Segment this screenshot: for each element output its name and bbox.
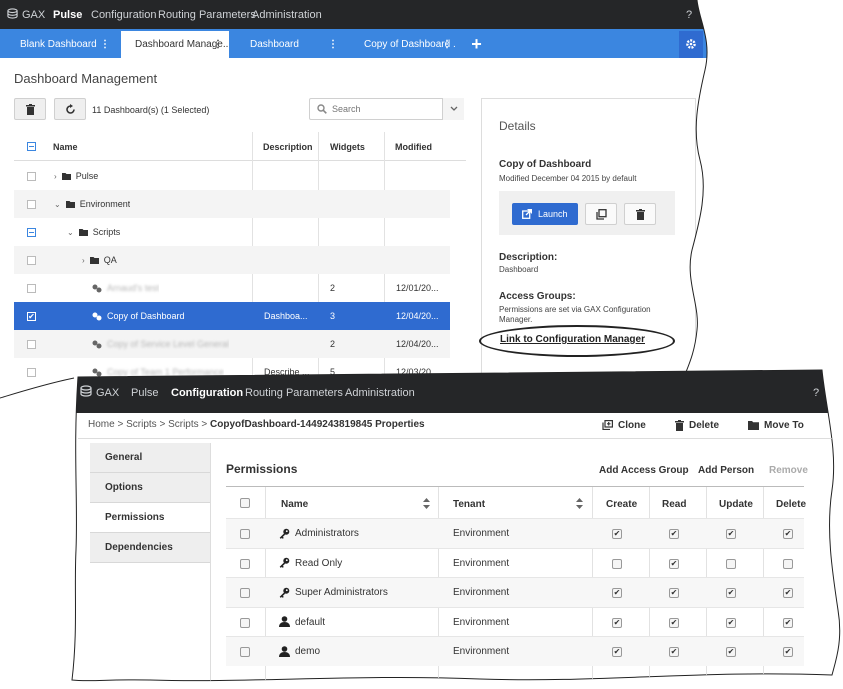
- col-read[interactable]: Read: [662, 491, 686, 518]
- create-permission-checkbox[interactable]: ✔: [612, 588, 622, 598]
- col-create[interactable]: Create: [606, 491, 637, 518]
- row-name: default: [279, 608, 325, 638]
- create-permission-checkbox[interactable]: ✔: [612, 647, 622, 657]
- move-to-button[interactable]: Move To: [748, 420, 804, 431]
- row-tenant: Environment: [453, 587, 510, 598]
- sort-icon[interactable]: [576, 498, 583, 509]
- breadcrumb-scripts[interactable]: Scripts: [168, 419, 199, 430]
- delete-permission-checkbox[interactable]: ✔: [783, 647, 793, 657]
- row-tenant: Environment: [453, 646, 510, 657]
- row-name: Administrators: [279, 519, 359, 549]
- row-checkbox[interactable]: [240, 529, 250, 539]
- sidebar-item-dependencies[interactable]: Dependencies: [90, 533, 210, 563]
- trash-icon: [675, 420, 684, 431]
- delete-permission-checkbox[interactable]: ✔: [783, 618, 793, 628]
- table-row[interactable]: Administrators Environment ✔ ✔ ✔ ✔: [226, 518, 804, 548]
- col-name[interactable]: Name: [281, 491, 308, 518]
- read-permission-checkbox[interactable]: ✔: [669, 559, 679, 569]
- gax-brand[interactable]: GAX: [96, 387, 119, 399]
- table-row[interactable]: demo Environment ✔ ✔ ✔ ✔: [226, 636, 804, 666]
- nav-configuration[interactable]: Configuration: [171, 387, 243, 399]
- add-person-button[interactable]: Add Person: [698, 465, 754, 476]
- remove-button[interactable]: Remove: [769, 465, 808, 476]
- row-name: Super Administrators: [279, 578, 388, 608]
- row-checkbox[interactable]: [240, 618, 250, 628]
- create-permission-checkbox[interactable]: ✔: [612, 618, 622, 628]
- read-permission-checkbox[interactable]: ✔: [669, 529, 679, 539]
- update-permission-checkbox[interactable]: ✔: [726, 618, 736, 628]
- select-all-checkbox[interactable]: [240, 498, 250, 508]
- nav-pulse[interactable]: Pulse: [131, 387, 159, 399]
- screenshot-stage: GAX Pulse Configuration Routing Paramete…: [0, 0, 843, 689]
- nav-administration[interactable]: Administration: [345, 387, 415, 399]
- row-tenant: Environment: [453, 616, 510, 628]
- nav-routing-parameters[interactable]: Routing Parameters: [245, 387, 343, 399]
- clone-button[interactable]: Clone: [602, 420, 646, 431]
- sidebar-item-permissions[interactable]: Permissions: [90, 503, 210, 533]
- col-update[interactable]: Update: [719, 491, 753, 518]
- breadcrumb-scripts[interactable]: Scripts: [126, 419, 157, 430]
- sidebar-item-options[interactable]: Options: [90, 473, 210, 503]
- update-permission-checkbox[interactable]: ✔: [726, 529, 736, 539]
- update-permission-checkbox[interactable]: ✔: [726, 588, 736, 598]
- key-icon: [279, 557, 290, 568]
- add-access-group-button[interactable]: Add Access Group: [599, 465, 689, 476]
- delete-permission-checkbox[interactable]: [783, 559, 793, 569]
- person-icon: [279, 616, 290, 627]
- folder-icon: [748, 421, 759, 430]
- row-checkbox[interactable]: [240, 588, 250, 598]
- section-title: Permissions: [226, 462, 298, 476]
- create-permission-checkbox[interactable]: [612, 559, 622, 569]
- table-row[interactable]: Read Only Environment ✔: [226, 548, 804, 578]
- row-checkbox[interactable]: [240, 647, 250, 657]
- row-name: demo: [279, 637, 320, 667]
- breadcrumb: Home > Scripts > Scripts > CopyofDashboa…: [88, 419, 425, 430]
- read-permission-checkbox[interactable]: ✔: [669, 618, 679, 628]
- create-permission-checkbox[interactable]: ✔: [612, 529, 622, 539]
- delete-button[interactable]: Delete: [675, 420, 719, 431]
- delete-permission-checkbox[interactable]: ✔: [783, 529, 793, 539]
- configuration-window: GAX Pulse Configuration Routing Paramete…: [0, 370, 843, 689]
- person-icon: [279, 646, 290, 657]
- update-permission-checkbox[interactable]: ✔: [726, 647, 736, 657]
- read-permission-checkbox[interactable]: ✔: [669, 647, 679, 657]
- breadcrumb-current: CopyofDashboard-1449243819845 Properties: [210, 419, 425, 430]
- help-icon[interactable]: ?: [813, 387, 819, 399]
- table-row[interactable]: default Environment ✔ ✔ ✔ ✔: [226, 607, 804, 637]
- sort-icon[interactable]: [423, 498, 430, 509]
- gax-logo-icon[interactable]: [80, 385, 92, 400]
- col-delete[interactable]: Delete: [776, 491, 806, 518]
- col-tenant[interactable]: Tenant: [453, 491, 485, 518]
- delete-permission-checkbox[interactable]: ✔: [783, 588, 793, 598]
- update-permission-checkbox[interactable]: [726, 559, 736, 569]
- read-permission-checkbox[interactable]: ✔: [669, 588, 679, 598]
- key-icon: [279, 528, 290, 539]
- row-tenant: Environment: [453, 557, 510, 569]
- row-name: Read Only: [279, 549, 342, 579]
- table-row[interactable]: Super Administrators Environment ✔ ✔ ✔ ✔: [226, 577, 804, 607]
- row-tenant: Environment: [453, 528, 510, 539]
- breadcrumb-home[interactable]: Home: [88, 419, 115, 430]
- key-icon: [279, 587, 290, 598]
- header-divider: [78, 438, 838, 439]
- row-checkbox[interactable]: [240, 559, 250, 569]
- sidebar-item-general[interactable]: General: [90, 443, 210, 473]
- clone-icon: [602, 420, 613, 430]
- section-divider: [226, 486, 804, 487]
